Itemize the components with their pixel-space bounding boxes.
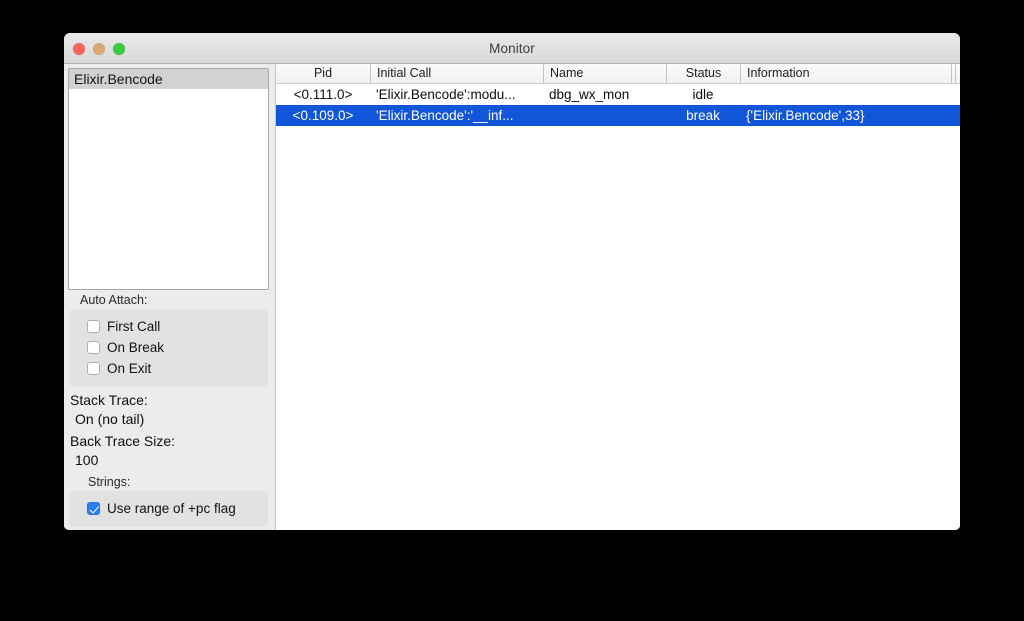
maximize-window-button[interactable]	[113, 42, 125, 55]
cell-initial-call: 'Elixir.Bencode':modu...	[376, 87, 516, 102]
back-trace-size-value[interactable]: 100	[68, 450, 269, 469]
window-title: Monitor	[489, 40, 535, 56]
column-header-information[interactable]: Information	[740, 64, 960, 83]
use-range-of-pc-flag-row[interactable]: Use range of +pc flag	[69, 498, 268, 519]
module-list-item-label: Elixir.Bencode	[74, 71, 163, 87]
checkbox-icon[interactable]	[87, 320, 100, 333]
auto-attach-on-break-row[interactable]: On Break	[69, 337, 268, 358]
checkbox-icon[interactable]	[87, 362, 100, 375]
window-titlebar: Monitor	[64, 33, 960, 64]
auto-attach-on-exit-row[interactable]: On Exit	[69, 358, 268, 379]
auto-attach-first-call-label: First Call	[107, 319, 161, 334]
strings-group: Use range of +pc flag	[69, 491, 268, 527]
auto-attach-group: First Call On Break On Exit	[69, 309, 268, 387]
strings-label: Strings:	[88, 475, 131, 489]
close-window-button[interactable]	[73, 42, 85, 55]
auto-attach-first-call-row[interactable]: First Call	[69, 316, 268, 337]
cell-status: idle	[692, 87, 714, 102]
stack-trace-value[interactable]: On (no tail)	[68, 409, 269, 428]
process-table-panel: Pid Initial Call Name Status Information…	[275, 64, 960, 530]
auto-attach-on-exit-label: On Exit	[107, 361, 152, 376]
checkbox-checked-icon[interactable]	[87, 502, 100, 515]
auto-attach-on-break-label: On Break	[107, 340, 165, 355]
column-header-pid[interactable]: Pid	[276, 64, 370, 83]
table-row[interactable]: <0.111.0> 'Elixir.Bencode':modu... dbg_w…	[276, 84, 960, 105]
module-list[interactable]: Elixir.Bencode	[68, 68, 269, 290]
traffic-light-group	[73, 33, 125, 64]
column-resize-handle[interactable]	[951, 64, 960, 84]
stack-trace-label: Stack Trace:	[70, 392, 148, 408]
checkbox-icon[interactable]	[87, 341, 100, 354]
column-header-initial-call[interactable]: Initial Call	[370, 64, 543, 83]
process-table-body: <0.111.0> 'Elixir.Bencode':modu... dbg_w…	[276, 84, 960, 530]
table-row[interactable]: <0.109.0> 'Elixir.Bencode':'__inf... bre…	[276, 105, 960, 126]
cell-initial-call: 'Elixir.Bencode':'__inf...	[376, 108, 514, 123]
window-body: Elixir.Bencode Auto Attach: First Call O…	[64, 64, 960, 530]
auto-attach-label: Auto Attach:	[80, 293, 148, 307]
minimize-window-button[interactable]	[93, 42, 105, 55]
cell-information: {'Elixir.Bencode',33}	[746, 108, 865, 123]
column-header-name[interactable]: Name	[543, 64, 666, 83]
process-table-header: Pid Initial Call Name Status Information	[276, 64, 960, 84]
cell-name: dbg_wx_mon	[549, 87, 630, 102]
cell-pid: <0.109.0>	[292, 108, 354, 123]
list-item[interactable]: Elixir.Bencode	[69, 69, 268, 89]
column-header-status[interactable]: Status	[666, 64, 740, 83]
sidebar-panel: Elixir.Bencode Auto Attach: First Call O…	[64, 64, 275, 530]
monitor-window: Monitor Elixir.Bencode Auto Attach: Firs…	[64, 33, 960, 530]
cell-pid: <0.111.0>	[293, 87, 353, 102]
cell-status: break	[686, 108, 720, 123]
back-trace-size-label: Back Trace Size:	[70, 433, 176, 449]
use-range-of-pc-flag-label: Use range of +pc flag	[107, 501, 236, 516]
